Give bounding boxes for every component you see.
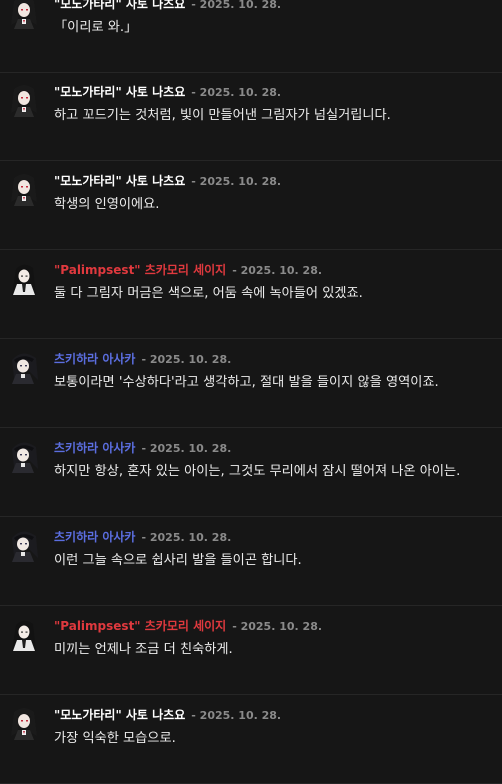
- message-date: - 2025. 10. 28.: [141, 442, 232, 455]
- message-item: 츠키하라 아사카 - 2025. 10. 28. 보통이라면 '수상하다'라고 생…: [0, 340, 502, 428]
- author-name[interactable]: "모노가타리" 사토 나츠요: [54, 708, 185, 722]
- avatar-natsuyo-icon[interactable]: [8, 172, 40, 206]
- message-item: "Palimpsest" 츠카모리 세이지 - 2025. 10. 28. 미끼는…: [0, 607, 502, 695]
- message-date: - 2025. 10. 28.: [191, 86, 282, 99]
- avatar-asaka-icon[interactable]: [8, 528, 40, 562]
- avatar-asaka-icon[interactable]: [8, 439, 40, 473]
- message-text: 하지만 항상, 혼자 있는 아이는, 그것도 무리에서 잠시 떨어져 나온 아이…: [54, 464, 461, 479]
- message-item: 츠키하라 아사카 - 2025. 10. 28. 하지만 항상, 혼자 있는 아이…: [0, 429, 502, 517]
- message-text: 보통이라면 '수상하다'라고 생각하고, 절대 발을 들이지 않을 영역이죠.: [54, 375, 439, 390]
- author-name[interactable]: "모노가타리" 사토 나츠요: [54, 0, 185, 11]
- message-feed: "모노가타리" 사토 나츠요 - 2025. 10. 28. 「이리로 와.」 "…: [0, 0, 502, 784]
- message-text: 가장 익숙한 모습으로.: [54, 731, 176, 746]
- message-date: - 2025. 10. 28.: [232, 620, 323, 633]
- message-text: 미끼는 언제나 조금 더 친숙하게.: [54, 642, 233, 657]
- avatar-asaka-icon[interactable]: [8, 350, 40, 384]
- avatar-natsuyo-icon[interactable]: [8, 706, 40, 740]
- message-text: 이런 그늘 속으로 쉽사리 발을 들이곤 합니다.: [54, 553, 302, 568]
- author-name[interactable]: "Palimpsest" 츠카모리 세이지: [54, 263, 226, 277]
- message-item: "Palimpsest" 츠카모리 세이지 - 2025. 10. 28. 둘 다…: [0, 251, 502, 339]
- author-name[interactable]: "Palimpsest" 츠카모리 세이지: [54, 619, 226, 633]
- message-date: - 2025. 10. 28.: [232, 264, 323, 277]
- avatar-natsuyo-icon[interactable]: [8, 83, 40, 117]
- message-item: "모노가타리" 사토 나츠요 - 2025. 10. 28. 하고 꼬드기는 것처…: [0, 73, 502, 161]
- message-date: - 2025. 10. 28.: [141, 531, 232, 544]
- author-name[interactable]: 츠키하라 아사카: [54, 352, 135, 366]
- message-date: - 2025. 10. 28.: [191, 709, 282, 722]
- message-text: 「이리로 와.」: [54, 20, 138, 35]
- message-item: "모노가타리" 사토 나츠요 - 2025. 10. 28. 「이리로 와.」: [0, 0, 502, 73]
- author-name[interactable]: "모노가타리" 사토 나츠요: [54, 174, 185, 188]
- message-text: 하고 꼬드기는 것처럼, 빛이 만들어낸 그림자가 넘실거립니다.: [54, 108, 391, 123]
- message-text: 학생의 인영이에요.: [54, 197, 160, 212]
- avatar-seiji-icon[interactable]: [8, 261, 40, 295]
- message-date: - 2025. 10. 28.: [141, 353, 232, 366]
- message-item: "모노가타리" 사토 나츠요 - 2025. 10. 28. 가장 익숙한 모습으…: [0, 696, 502, 784]
- avatar-natsuyo-icon[interactable]: [8, 0, 40, 29]
- message-date: - 2025. 10. 28.: [191, 175, 282, 188]
- author-name[interactable]: "모노가타리" 사토 나츠요: [54, 85, 185, 99]
- message-item: 츠키하라 아사카 - 2025. 10. 28. 이런 그늘 속으로 쉽사리 발을…: [0, 518, 502, 606]
- message-item: "모노가타리" 사토 나츠요 - 2025. 10. 28. 학생의 인영이에요.: [0, 162, 502, 250]
- author-name[interactable]: 츠키하라 아사카: [54, 530, 135, 544]
- message-date: - 2025. 10. 28.: [191, 0, 282, 11]
- message-text: 둘 다 그림자 머금은 색으로, 어둠 속에 녹아들어 있겠죠.: [54, 286, 363, 301]
- author-name[interactable]: 츠키하라 아사카: [54, 441, 135, 455]
- avatar-seiji-icon[interactable]: [8, 617, 40, 651]
